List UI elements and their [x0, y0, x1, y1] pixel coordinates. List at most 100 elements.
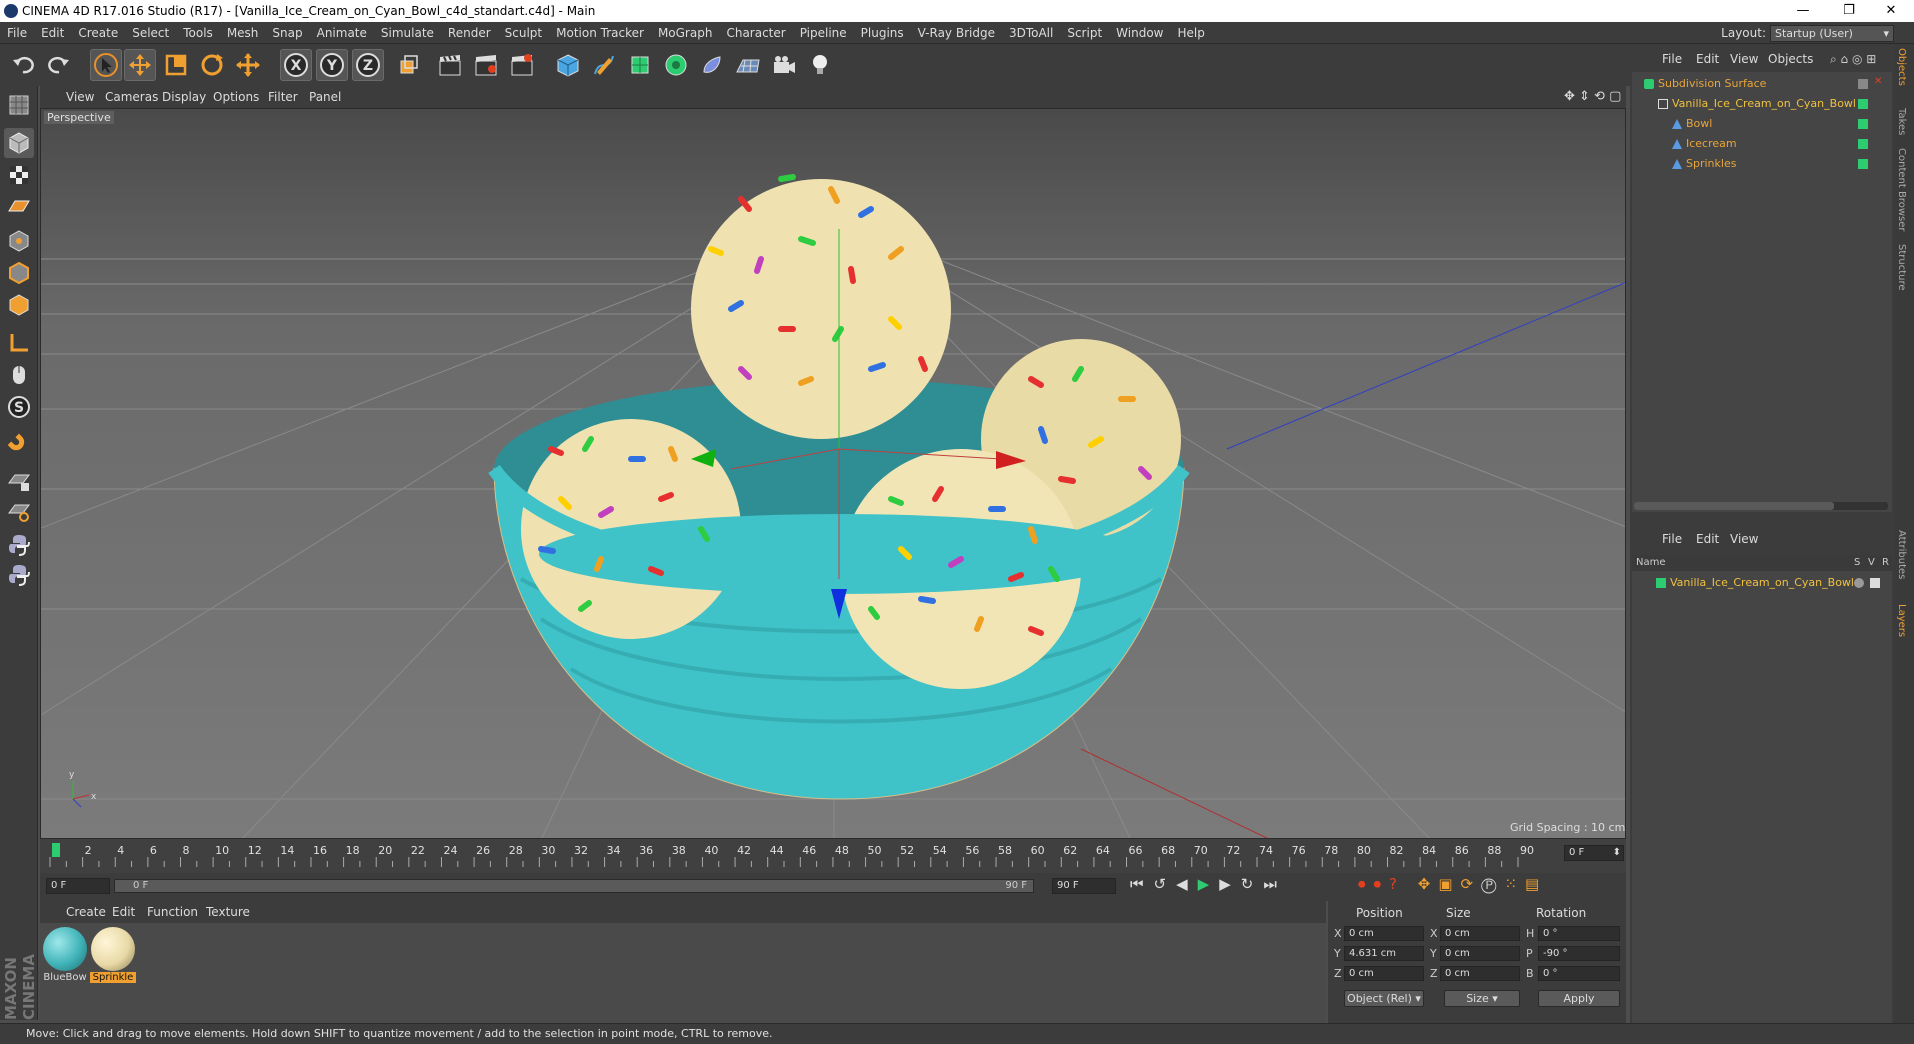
layers-menu-file[interactable]: File: [1662, 532, 1682, 546]
edges-mode-button[interactable]: [4, 258, 34, 288]
key-pla-icon[interactable]: ⁙: [1504, 875, 1525, 893]
layer-color-dot[interactable]: [1858, 99, 1868, 109]
objects-menu-objects[interactable]: Objects: [1768, 52, 1813, 66]
cloner-button[interactable]: [660, 49, 692, 81]
render-view-button[interactable]: [434, 49, 466, 81]
timeline-ruler[interactable]: 0246810121416182022242628303234363840424…: [40, 839, 1626, 873]
pos-y-field[interactable]: 4.631 cm: [1344, 946, 1424, 961]
object-row-vanilla-null[interactable]: Vanilla_Ice_Cream_on_Cyan_Bowl: [1632, 94, 1892, 114]
scale-tool-button[interactable]: [160, 49, 192, 81]
floor-button[interactable]: [732, 49, 764, 81]
objects-menu-view[interactable]: View: [1730, 52, 1758, 66]
menu-pipeline[interactable]: Pipeline: [793, 22, 854, 44]
current-frame-field[interactable]: 0 F ⬍: [1564, 845, 1624, 861]
pen-spline-button[interactable]: [588, 49, 620, 81]
python-button-2[interactable]: [4, 560, 34, 590]
menu-edit[interactable]: Edit: [34, 22, 71, 44]
next-frame-icon[interactable]: ▶: [1219, 875, 1241, 893]
rotate-tool-button[interactable]: [196, 49, 228, 81]
end-frame-field[interactable]: 90 F: [1052, 878, 1116, 894]
polygons-mode-button[interactable]: [4, 290, 34, 320]
layer-color-dot[interactable]: [1858, 139, 1868, 149]
viewport-menu-cameras[interactable]: Cameras: [105, 90, 158, 104]
side-tab-content-browser[interactable]: Content Browser: [1896, 148, 1907, 231]
render-picture-viewer-button[interactable]: [470, 49, 502, 81]
go-to-start-icon[interactable]: ⏮: [1130, 875, 1154, 893]
key-scale-icon[interactable]: ▣: [1438, 875, 1460, 893]
menu-mograph[interactable]: MoGraph: [651, 22, 720, 44]
menu-animate[interactable]: Animate: [310, 22, 374, 44]
objects-tools-icons[interactable]: ⌕ ⌂ ◎ ⊞: [1830, 52, 1876, 67]
viewport-menu-panel[interactable]: Panel: [309, 90, 341, 104]
viewport-menu-options[interactable]: Options: [213, 90, 259, 104]
key-rotation-icon[interactable]: ⟳: [1461, 875, 1482, 893]
workplane-rotate-button[interactable]: [4, 496, 34, 526]
menu-plugins[interactable]: Plugins: [854, 22, 911, 44]
side-tab-attributes[interactable]: Attributes: [1896, 530, 1907, 579]
apply-button[interactable]: Apply: [1538, 990, 1620, 1007]
menu-select[interactable]: Select: [125, 22, 176, 44]
menu-character[interactable]: Character: [719, 22, 792, 44]
menu-file[interactable]: File: [0, 22, 34, 44]
material-menu-edit[interactable]: Edit: [112, 905, 135, 919]
y-axis-lock-button[interactable]: Y: [316, 49, 348, 81]
go-to-end-icon[interactable]: ⏭: [1263, 875, 1287, 893]
start-frame-field[interactable]: 0 F: [46, 878, 110, 894]
menu-motion-tracker[interactable]: Motion Tracker: [549, 22, 651, 44]
subdivision-disabled-x[interactable]: ✕: [1874, 76, 1884, 87]
workplane-lock-button[interactable]: [4, 466, 34, 496]
size-z-field[interactable]: 0 cm: [1440, 966, 1520, 981]
next-key-icon[interactable]: ↻: [1241, 875, 1264, 893]
pos-z-field[interactable]: 0 cm: [1344, 966, 1424, 981]
material-menu-texture[interactable]: Texture: [206, 905, 250, 919]
model-mode-button[interactable]: [4, 128, 34, 158]
tweak-mode-button[interactable]: [4, 360, 34, 390]
python-button-1[interactable]: [4, 530, 34, 560]
range-slider[interactable]: 0 F 90 F: [114, 879, 1034, 893]
texture-mode-button[interactable]: [4, 160, 34, 190]
transform-tool-button[interactable]: [232, 49, 264, 81]
menu-snap[interactable]: Snap: [265, 22, 309, 44]
x-axis-lock-button[interactable]: X: [280, 49, 312, 81]
viewport-menu-filter[interactable]: Filter: [268, 90, 298, 104]
rot-b-field[interactable]: 0 °: [1538, 966, 1620, 981]
autokey-icon[interactable]: ⏺: [1374, 875, 1390, 893]
side-tab-layers[interactable]: Layers: [1896, 604, 1907, 637]
layers-menu-edit[interactable]: Edit: [1696, 532, 1719, 546]
material-menu-create[interactable]: Create: [66, 905, 106, 919]
object-row-subdivision[interactable]: Subdivision Surface ✕: [1632, 74, 1892, 94]
menu-3dtoall[interactable]: 3DToAll: [1002, 22, 1060, 44]
material-menu-function[interactable]: Function: [147, 905, 198, 919]
select-tool-button[interactable]: [90, 49, 122, 81]
prev-key-icon[interactable]: ↺: [1154, 875, 1177, 893]
pos-x-field[interactable]: 0 cm: [1344, 926, 1424, 941]
menu-mesh[interactable]: Mesh: [220, 22, 266, 44]
menu-render[interactable]: Render: [441, 22, 498, 44]
workplane-mode-button[interactable]: [4, 192, 34, 222]
light-button[interactable]: [804, 49, 836, 81]
close-button[interactable]: ✕: [1868, 0, 1914, 22]
layer-color-dot[interactable]: [1858, 119, 1868, 129]
layer-solo-toggle[interactable]: [1854, 578, 1864, 588]
key-help-icon[interactable]: ?: [1389, 875, 1405, 893]
rot-p-field[interactable]: -90 °: [1538, 946, 1620, 961]
objects-menu-file[interactable]: File: [1662, 52, 1682, 66]
record-icon[interactable]: ⏺: [1358, 875, 1374, 893]
side-tab-objects[interactable]: Objects: [1896, 48, 1907, 86]
key-parameter-icon[interactable]: Ⓟ: [1481, 875, 1504, 893]
make-editable-button[interactable]: [4, 90, 34, 120]
axis-mode-button[interactable]: [4, 328, 34, 358]
object-row-icecream[interactable]: Icecream: [1632, 134, 1892, 154]
subdivision-surface-button[interactable]: [624, 49, 656, 81]
play-icon[interactable]: ▶: [1198, 875, 1220, 893]
menu-script[interactable]: Script: [1060, 22, 1109, 44]
object-row-sprinkles[interactable]: Sprinkles: [1632, 154, 1892, 174]
playhead[interactable]: [52, 843, 60, 857]
size-mode-select[interactable]: Size ▾: [1444, 990, 1520, 1007]
menu-vray-bridge[interactable]: V-Ray Bridge: [911, 22, 1002, 44]
z-axis-lock-button[interactable]: Z: [352, 49, 384, 81]
layer-visibility-toggle[interactable]: [1870, 578, 1880, 588]
layer-row[interactable]: Vanilla_Ice_Cream_on_Cyan_Bowl: [1632, 573, 1892, 593]
camera-button[interactable]: [768, 49, 800, 81]
object-row-bowl[interactable]: Bowl: [1632, 114, 1892, 134]
